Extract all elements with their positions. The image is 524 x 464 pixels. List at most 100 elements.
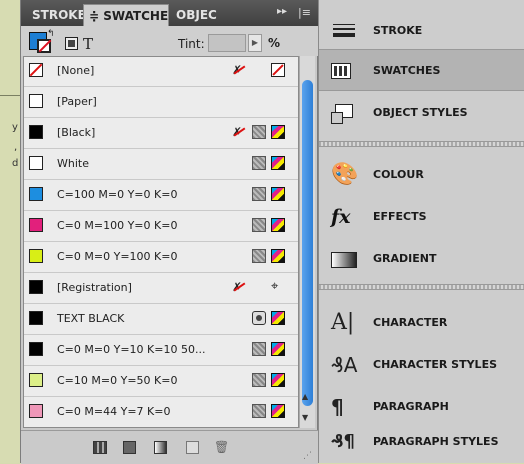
swatch-name: [Black] (57, 126, 96, 139)
show-all-swatches-button[interactable] (93, 441, 107, 454)
swatch-color-chip (29, 187, 43, 201)
swatch-name: [None] (57, 64, 95, 77)
swatch-name: C=100 M=0 Y=0 K=0 (57, 188, 178, 201)
formatting-text-icon[interactable]: T (83, 35, 93, 53)
cmyk-mode-icon (271, 342, 285, 356)
dock-item-label: COLOUR (373, 168, 424, 181)
swatch-row[interactable]: C=0 M=44 Y=7 K=0 (24, 397, 298, 427)
tint-unit: % (268, 36, 281, 50)
dock-group-divider[interactable] (319, 284, 524, 290)
dock-item-label: PARAGRAPH STYLES (373, 435, 499, 448)
swatch-row[interactable]: [Black] ✗ (24, 118, 298, 149)
cmyk-mode-icon (271, 373, 285, 387)
dock-item-label: STROKE (373, 24, 423, 37)
swatch-name: White (57, 157, 89, 170)
show-color-swatches-button[interactable] (123, 441, 136, 454)
formatting-container-icon[interactable] (65, 37, 78, 50)
collapse-icon[interactable]: ▸▸ (277, 6, 287, 17)
panel-tab-bar: STROKE ≑ SWATCHES OBJEC ▸▸ |≡ (21, 0, 318, 27)
backdrop-text-fragment: y (12, 122, 18, 133)
swatch-name: C=0 M=100 Y=0 K=0 (57, 219, 178, 232)
resize-grip-icon[interactable]: ⋰ (303, 451, 312, 461)
swatch-row[interactable]: C=10 M=0 Y=50 K=0 (24, 366, 298, 397)
fill-stroke-icon[interactable]: ↰ (29, 29, 55, 54)
swatch-row[interactable]: [None] ✗ (24, 57, 298, 87)
swatch-color-chip (29, 404, 43, 418)
process-color-icon (252, 249, 266, 263)
swatch-row[interactable]: C=0 M=0 Y=10 K=10 50... (24, 335, 298, 366)
swatch-row[interactable]: C=0 M=100 Y=0 K=0 (24, 211, 298, 242)
character-styles-icon: ₰A (331, 353, 358, 377)
swatches-toolbar: ↰ T Tint: ▶ % (21, 26, 318, 56)
swatches-bottom-bar: 🗑 ⋰ (21, 430, 318, 464)
scrollbar-thumb[interactable] (302, 80, 313, 406)
object-styles-icon (331, 102, 355, 124)
swatch-name: C=0 M=44 Y=7 K=0 (57, 405, 171, 418)
tint-dropdown-arrow[interactable]: ▶ (248, 34, 262, 52)
none-swatch-icon (271, 63, 285, 77)
dock-item-gradient[interactable]: GRADIENT (319, 238, 524, 280)
no-edit-icon: ✗ (232, 280, 246, 294)
swap-arrow-icon[interactable]: ↰ (47, 29, 55, 39)
dock-item-label: CHARACTER (373, 316, 448, 329)
process-color-icon (252, 218, 266, 232)
swatch-row[interactable]: [Registration] ✗ ⌖ (24, 273, 298, 304)
swatch-row[interactable]: White (24, 149, 298, 180)
process-color-icon (252, 125, 266, 139)
dock-item-label: GRADIENT (373, 252, 437, 265)
cmyk-mode-icon (271, 311, 285, 325)
new-swatch-button[interactable] (186, 441, 199, 454)
swatch-name: TEXT BLACK (57, 312, 125, 325)
scroll-up-icon[interactable]: ▲ (302, 392, 308, 401)
process-color-icon (252, 373, 266, 387)
tint-input[interactable] (208, 34, 246, 52)
dock-item-stroke[interactable]: STROKE (319, 10, 524, 52)
process-color-icon (252, 404, 266, 418)
dock-item-colour[interactable]: 🎨 COLOUR (319, 154, 524, 196)
gradient-icon (331, 252, 357, 268)
tab-swatches[interactable]: ≑ SWATCHES (83, 4, 169, 26)
stroke-swatch[interactable] (37, 39, 51, 53)
swatch-row[interactable]: [Paper] (24, 87, 298, 118)
tint-label: Tint: (178, 37, 205, 51)
dock-item-paragraph-styles[interactable]: ₰¶ PARAGRAPH STYLES (319, 421, 524, 463)
dock-item-label: SWATCHES (373, 64, 441, 77)
delete-swatch-icon[interactable]: 🗑 (214, 441, 229, 454)
dock-group-divider[interactable] (319, 141, 524, 147)
panel-dock: STROKE SWATCHES OBJECT STYLES 🎨 COLOUR f… (318, 0, 524, 463)
show-gradient-swatches-button[interactable] (154, 441, 167, 454)
process-color-icon (252, 187, 266, 201)
swatch-name: C=0 M=0 Y=10 K=10 50... (57, 343, 206, 356)
dock-item-swatches[interactable]: SWATCHES (319, 49, 524, 91)
dock-item-character[interactable]: A| CHARACTER (319, 302, 524, 344)
paragraph-styles-icon: ₰¶ (331, 431, 355, 452)
swatches-panel: STROKE ≑ SWATCHES OBJEC ▸▸ |≡ ↰ T Tint: … (20, 0, 318, 464)
tab-stroke[interactable]: STROKE (27, 4, 83, 26)
swatch-list-scrollbar[interactable]: ▲ ▼ (299, 56, 315, 428)
swatch-color-chip (29, 63, 43, 77)
character-icon: A| (331, 310, 355, 335)
swatch-row[interactable]: TEXT BLACK (24, 304, 298, 335)
no-edit-icon: ✗ (232, 63, 246, 77)
swatch-row[interactable]: C=100 M=0 Y=0 K=0 (24, 180, 298, 211)
swatch-color-chip (29, 373, 43, 387)
cmyk-mode-icon (271, 249, 285, 263)
dock-item-label: PARAGRAPH (373, 400, 449, 413)
dock-item-effects[interactable]: fx EFFECTS (319, 196, 524, 238)
scroll-down-icon[interactable]: ▼ (302, 413, 308, 422)
swatch-name: [Registration] (57, 281, 132, 294)
effects-icon: fx (331, 206, 351, 228)
swatch-name: C=10 M=0 Y=50 K=0 (57, 374, 178, 387)
dock-item-object-styles[interactable]: OBJECT STYLES (319, 92, 524, 134)
swatch-row[interactable]: C=0 M=0 Y=100 K=0 (24, 242, 298, 273)
cmyk-mode-icon (271, 125, 285, 139)
dock-item-character-styles[interactable]: ₰A CHARACTER STYLES (319, 344, 524, 386)
dock-item-label: OBJECT STYLES (373, 106, 468, 119)
swatch-color-chip (29, 94, 43, 108)
panel-menu-icon[interactable]: |≡ (298, 6, 311, 19)
tab-object-styles[interactable]: OBJEC (171, 4, 227, 26)
process-color-icon (252, 156, 266, 170)
swatch-name: C=0 M=0 Y=100 K=0 (57, 250, 178, 263)
swatch-list[interactable]: [None] ✗ [Paper] [Black] ✗ White C=100 M=0 Y=0… (23, 56, 299, 428)
swatch-color-chip (29, 342, 43, 356)
